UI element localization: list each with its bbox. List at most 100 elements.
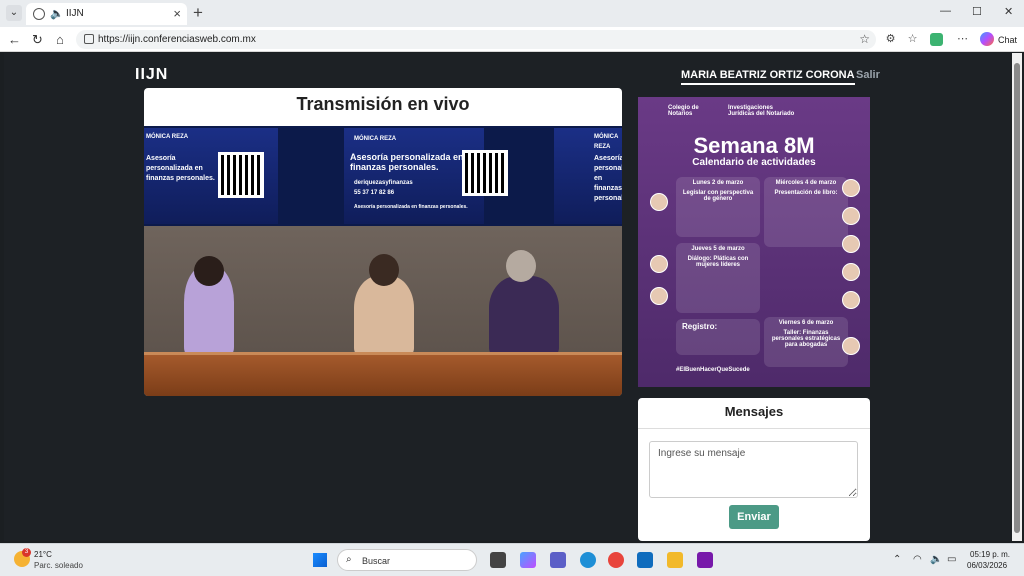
edge-icon[interactable] — [580, 552, 596, 568]
poster-day-2-event: Presentación de libro: — [774, 190, 838, 196]
poster-day-3-date: Jueves 5 de marzo — [691, 246, 745, 252]
address-bar-row: ← ↻ ⌂ https://iijn.conferenciasweb.com.m… — [0, 27, 1024, 52]
stream-title: Transmisión en vivo — [296, 94, 470, 114]
send-button[interactable]: Enviar — [729, 505, 779, 529]
back-icon[interactable]: ← — [8, 32, 21, 47]
screen-left: MÓNICA REZA Asesoría personalizada en fi… — [144, 128, 278, 224]
qr-code — [462, 150, 508, 196]
copilot-icon[interactable] — [980, 32, 994, 46]
poster-avatar — [650, 255, 668, 273]
poster-avatar — [650, 287, 668, 305]
poster-avatar — [842, 235, 860, 253]
poster-avatar — [842, 291, 860, 309]
new-tab-icon[interactable]: + — [193, 3, 203, 23]
browser-tab[interactable]: 🔈 IIJN × — [26, 3, 187, 25]
weather-temperature: 21°C — [34, 550, 52, 559]
poster-title: Semana 8M — [693, 133, 815, 158]
screen-right: MÓNICA REZA Asesoría personalizada en fi… — [554, 128, 622, 224]
teams-icon[interactable] — [550, 552, 566, 568]
close-window-icon[interactable]: ✕ — [1004, 5, 1013, 18]
volume-icon[interactable]: 🔈 — [930, 554, 942, 565]
screen-brand: MÓNICA REZA — [594, 134, 619, 150]
presentation-screens: MÓNICA REZA Asesoría personalizada en fi… — [144, 126, 622, 226]
url-field[interactable]: https://iijn.conferenciasweb.com.mx ☆ — [76, 30, 876, 49]
web-page: IIJN MARIA BEATRIZ ORTIZ CORONA Salir Tr… — [4, 53, 1010, 541]
home-icon[interactable]: ⌂ — [56, 32, 64, 47]
speaker-icon[interactable]: 🔈 — [50, 7, 64, 20]
scrollbar-thumb[interactable] — [1014, 63, 1020, 533]
poster-avatar — [842, 337, 860, 355]
task-view-icon[interactable] — [490, 552, 506, 568]
poster-registro: Registro: — [676, 319, 760, 355]
chat-button[interactable]: Chat — [998, 35, 1017, 45]
screen-caption: Asesoría personalizada en finanzas perso… — [354, 204, 468, 210]
lock-icon — [84, 34, 94, 44]
url-text: https://iijn.conferenciasweb.com.mx — [98, 34, 256, 45]
battery-icon[interactable]: ▭ — [947, 554, 956, 565]
messages-divider — [638, 428, 870, 429]
screen-brand: MÓNICA REZA — [354, 136, 397, 142]
favorites-icon[interactable]: ☆ — [906, 33, 919, 46]
extensions-icon[interactable]: ⚙ — [884, 33, 897, 46]
user-name: MARIA BEATRIZ ORTIZ CORONA — [681, 69, 855, 85]
qr-code — [218, 152, 264, 198]
clock-time[interactable]: 05:19 p. m. — [970, 550, 1010, 559]
poster-day-2: Miércoles 4 de marzo Presentación de lib… — [764, 177, 848, 247]
message-input[interactable] — [649, 441, 858, 498]
search-label: Buscar — [362, 556, 391, 566]
chrome-icon[interactable] — [608, 552, 624, 568]
poster-day-3: Jueves 5 de marzo Diálogo: Pláticas con … — [676, 243, 760, 313]
poster-registro-label: Registro: — [682, 322, 718, 331]
poster-subtitle: Calendario de actividades — [692, 157, 816, 168]
logout-link[interactable]: Salir — [856, 69, 880, 81]
globe-icon — [33, 8, 45, 20]
poster-avatar — [842, 263, 860, 281]
tray-chevron-icon[interactable]: ⌃ — [893, 554, 901, 565]
poster-org-2: Investigaciones Jurídicas del Notariado — [728, 105, 795, 117]
outlook-icon[interactable] — [637, 552, 653, 568]
poster-avatar — [650, 193, 668, 211]
tab-title: IIJN — [66, 8, 84, 19]
poster-day-1-date: Lunes 2 de marzo — [692, 180, 744, 186]
profile-icon[interactable] — [930, 33, 943, 46]
live-stream-card: Transmisión en vivo MÓNICA REZA Asesoría… — [144, 88, 622, 396]
refresh-icon[interactable]: ↻ — [32, 32, 43, 48]
screen-headline: Asesoría personalizada en finanzas perso… — [350, 152, 464, 172]
poster-day-4-date: Viernes 6 de marzo — [778, 320, 834, 326]
page-scrollbar[interactable] — [1012, 53, 1022, 541]
onenote-icon[interactable] — [697, 552, 713, 568]
speaker-center-head — [369, 254, 399, 286]
messages-title: Mensajes — [724, 404, 784, 419]
event-poster: Colegio de Notarios Investigaciones Jurí… — [638, 97, 870, 387]
copilot-app-icon[interactable] — [520, 552, 536, 568]
poster-day-1: Lunes 2 de marzo Legislar con perspectiv… — [676, 177, 760, 237]
search-icon: ⌕ — [346, 554, 352, 565]
messages-card: Mensajes Enviar — [638, 398, 870, 541]
wifi-icon[interactable]: ◠ — [913, 554, 922, 565]
speaker-right — [489, 276, 559, 356]
favorite-star-icon[interactable]: ☆ — [859, 32, 870, 46]
maximize-icon[interactable]: ☐ — [972, 5, 982, 18]
poster-org-1: Colegio de Notarios — [668, 105, 699, 117]
more-menu-icon[interactable]: ⋯ — [956, 33, 969, 46]
poster-avatar — [842, 179, 860, 197]
tab-actions-icon[interactable]: ⌄ — [6, 5, 22, 21]
panel-desk — [144, 352, 622, 396]
minimize-icon[interactable]: — — [940, 5, 951, 17]
poster-day-2-date: Miércoles 4 de marzo — [775, 180, 837, 186]
taskbar: 3 21°C Parc. soleado ⌕ Buscar ⌃ ◠ 🔈 ▭ 05… — [0, 543, 1024, 576]
screen-headline: Asesoría personalizada en finanzas perso… — [146, 155, 215, 182]
poster-day-1-event: Legislar con perspectiva de género — [682, 190, 754, 202]
file-explorer-icon[interactable] — [667, 552, 683, 568]
speaker-center — [354, 276, 414, 356]
site-logo: IIJN — [135, 66, 169, 83]
screen-headline: Asesoría personalizada en finanzas perso… — [594, 155, 622, 202]
close-tab-icon[interactable]: × — [173, 6, 181, 21]
browser-tab-bar: ⌄ 🔈 IIJN × + — ☐ ✕ — [0, 0, 1024, 27]
taskbar-search[interactable]: ⌕ Buscar — [337, 549, 477, 571]
speaker-left-head — [194, 256, 224, 286]
screen-phone: 55 37 17 82 86 — [354, 190, 395, 196]
video-player[interactable]: MÓNICA REZA Asesoría personalizada en fi… — [144, 126, 622, 396]
start-button[interactable] — [313, 553, 327, 567]
clock-date[interactable]: 06/03/2026 — [967, 561, 1007, 570]
